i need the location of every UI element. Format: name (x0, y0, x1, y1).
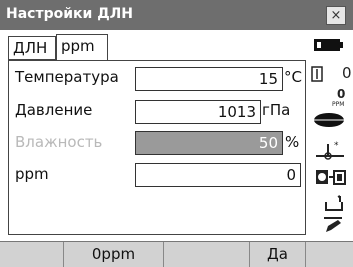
softkey-zero-ppm[interactable]: 0ppm (64, 242, 164, 267)
softkey-3[interactable] (164, 242, 250, 267)
temperature-label: Температура (15, 68, 119, 86)
ppm-settings-panel: Температура 15 °C Давление 1013 гПа Влаж… (8, 60, 306, 235)
softkey-bar: 0ppm Да (0, 241, 353, 267)
tab-dln[interactable]: ДЛН (8, 36, 56, 60)
prism-icon (311, 66, 323, 86)
window-title: Настройки ДЛН (6, 6, 134, 22)
ppm-field[interactable]: 0 (135, 163, 301, 187)
svg-text:*: * (334, 141, 339, 151)
softkey-yes[interactable]: Да (250, 242, 306, 267)
pressure-label: Давление (15, 101, 93, 119)
edit-icon (322, 216, 344, 238)
softkey-5[interactable] (306, 242, 353, 267)
humidity-field: 50 (135, 131, 283, 155)
humidity-label: Влажность (15, 133, 103, 151)
status-column: 0 0 PPM * (308, 30, 353, 236)
pressure-unit: гПа (262, 101, 291, 119)
softkey-1[interactable] (0, 242, 64, 267)
tilt-icon (324, 194, 346, 216)
close-button[interactable]: × (326, 6, 346, 25)
target-type-icon (312, 112, 346, 132)
title-bar: Настройки ДЛН × (0, 0, 353, 30)
instrument-icon (314, 168, 348, 192)
ppm-icon: PPM (332, 101, 345, 108)
temperature-field[interactable]: 15 (135, 67, 283, 91)
tab-strip: ДЛН ppm (0, 30, 308, 60)
ppm-icon-value: 0 (337, 87, 346, 101)
battery-icon (314, 38, 344, 56)
pressure-field[interactable]: 1013 (135, 100, 261, 124)
ppm-label: ppm (15, 165, 49, 183)
laser-plummet-icon: * (314, 138, 346, 164)
prism-constant-value: 0 (342, 64, 352, 82)
humidity-unit: % (285, 133, 300, 151)
tab-ppm[interactable]: ppm (56, 34, 108, 60)
temperature-unit: °C (284, 68, 302, 86)
